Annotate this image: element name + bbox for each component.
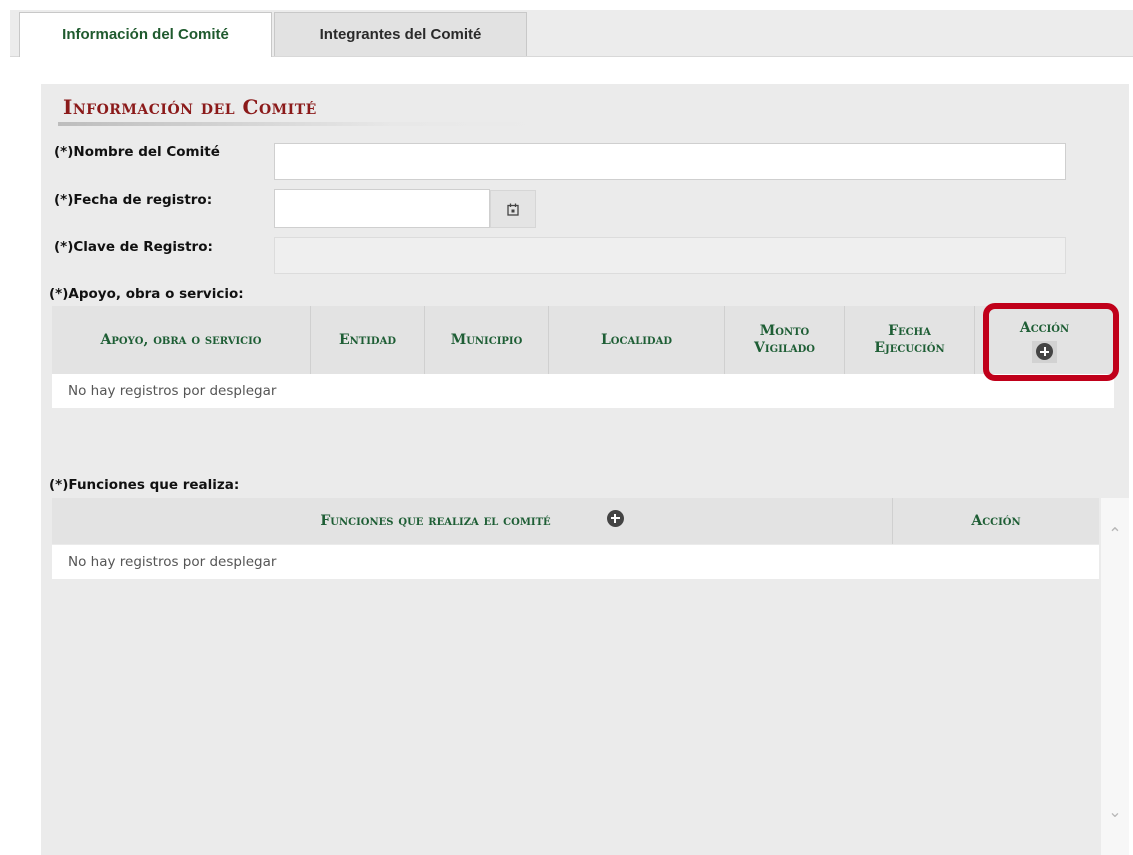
apoyo-label: (*)Apoyo, obra o servicio: [49,286,244,302]
col-header-apoyo: Apoyo, obra o servicio [100,331,262,348]
calendar-icon [507,203,519,216]
chevron-up-icon[interactable]: ⌃ [1107,526,1123,542]
calendar-button[interactable] [490,190,536,228]
apoyo-table-header: Apoyo, obra o servicio Entidad Municipio… [52,306,1114,374]
col-header-funciones-accion: Acción [892,498,1099,544]
vertical-scrollbar[interactable]: ⌃ ⌄ [1101,498,1129,855]
add-apoyo-button[interactable] [1032,340,1057,363]
col-header-monto: Monto Vigilado [724,306,844,374]
tab-bar: Información del Comité Integrantes del C… [0,0,1133,57]
plus-circle-icon [1036,343,1053,360]
funciones-empty-row: No hay registros por desplegar [52,545,1099,579]
tab-informacion-comite[interactable]: Información del Comité [19,12,272,57]
add-funcion-button[interactable] [606,509,624,527]
nombre-label: (*)Nombre del Comité [54,144,220,160]
col-header-fecha-ejecucion: Fecha Ejecución [844,306,974,374]
section-title-divider [58,122,538,126]
col-header-localidad: Localidad [548,306,724,374]
tab-integrantes-comite[interactable]: Integrantes del Comité [274,12,527,56]
col-header-entidad: Entidad [310,306,424,374]
col-header-funciones: Funciones que realiza el comité [52,498,892,544]
nombre-input[interactable] [274,143,1066,180]
col-header-accion-label: Acción [1019,319,1070,336]
chevron-down-icon[interactable]: ⌄ [1107,804,1123,820]
section-title: Información del Comité [63,95,317,119]
col-header-accion: Acción [974,306,1114,374]
funciones-label: (*)Funciones que realiza: [49,477,240,493]
clave-label: (*)Clave de Registro: [54,239,213,255]
fecha-label: (*)Fecha de registro: [54,192,213,208]
clave-input [274,237,1066,274]
col-header-municipio: Municipio [424,306,548,374]
funciones-table-header: Funciones que realiza el comité Acción [52,498,1099,544]
fecha-input[interactable] [274,189,490,228]
apoyo-empty-row: No hay registros por desplegar [52,374,1114,408]
col-header-funciones-label: Funciones que realiza el comité [320,512,551,529]
